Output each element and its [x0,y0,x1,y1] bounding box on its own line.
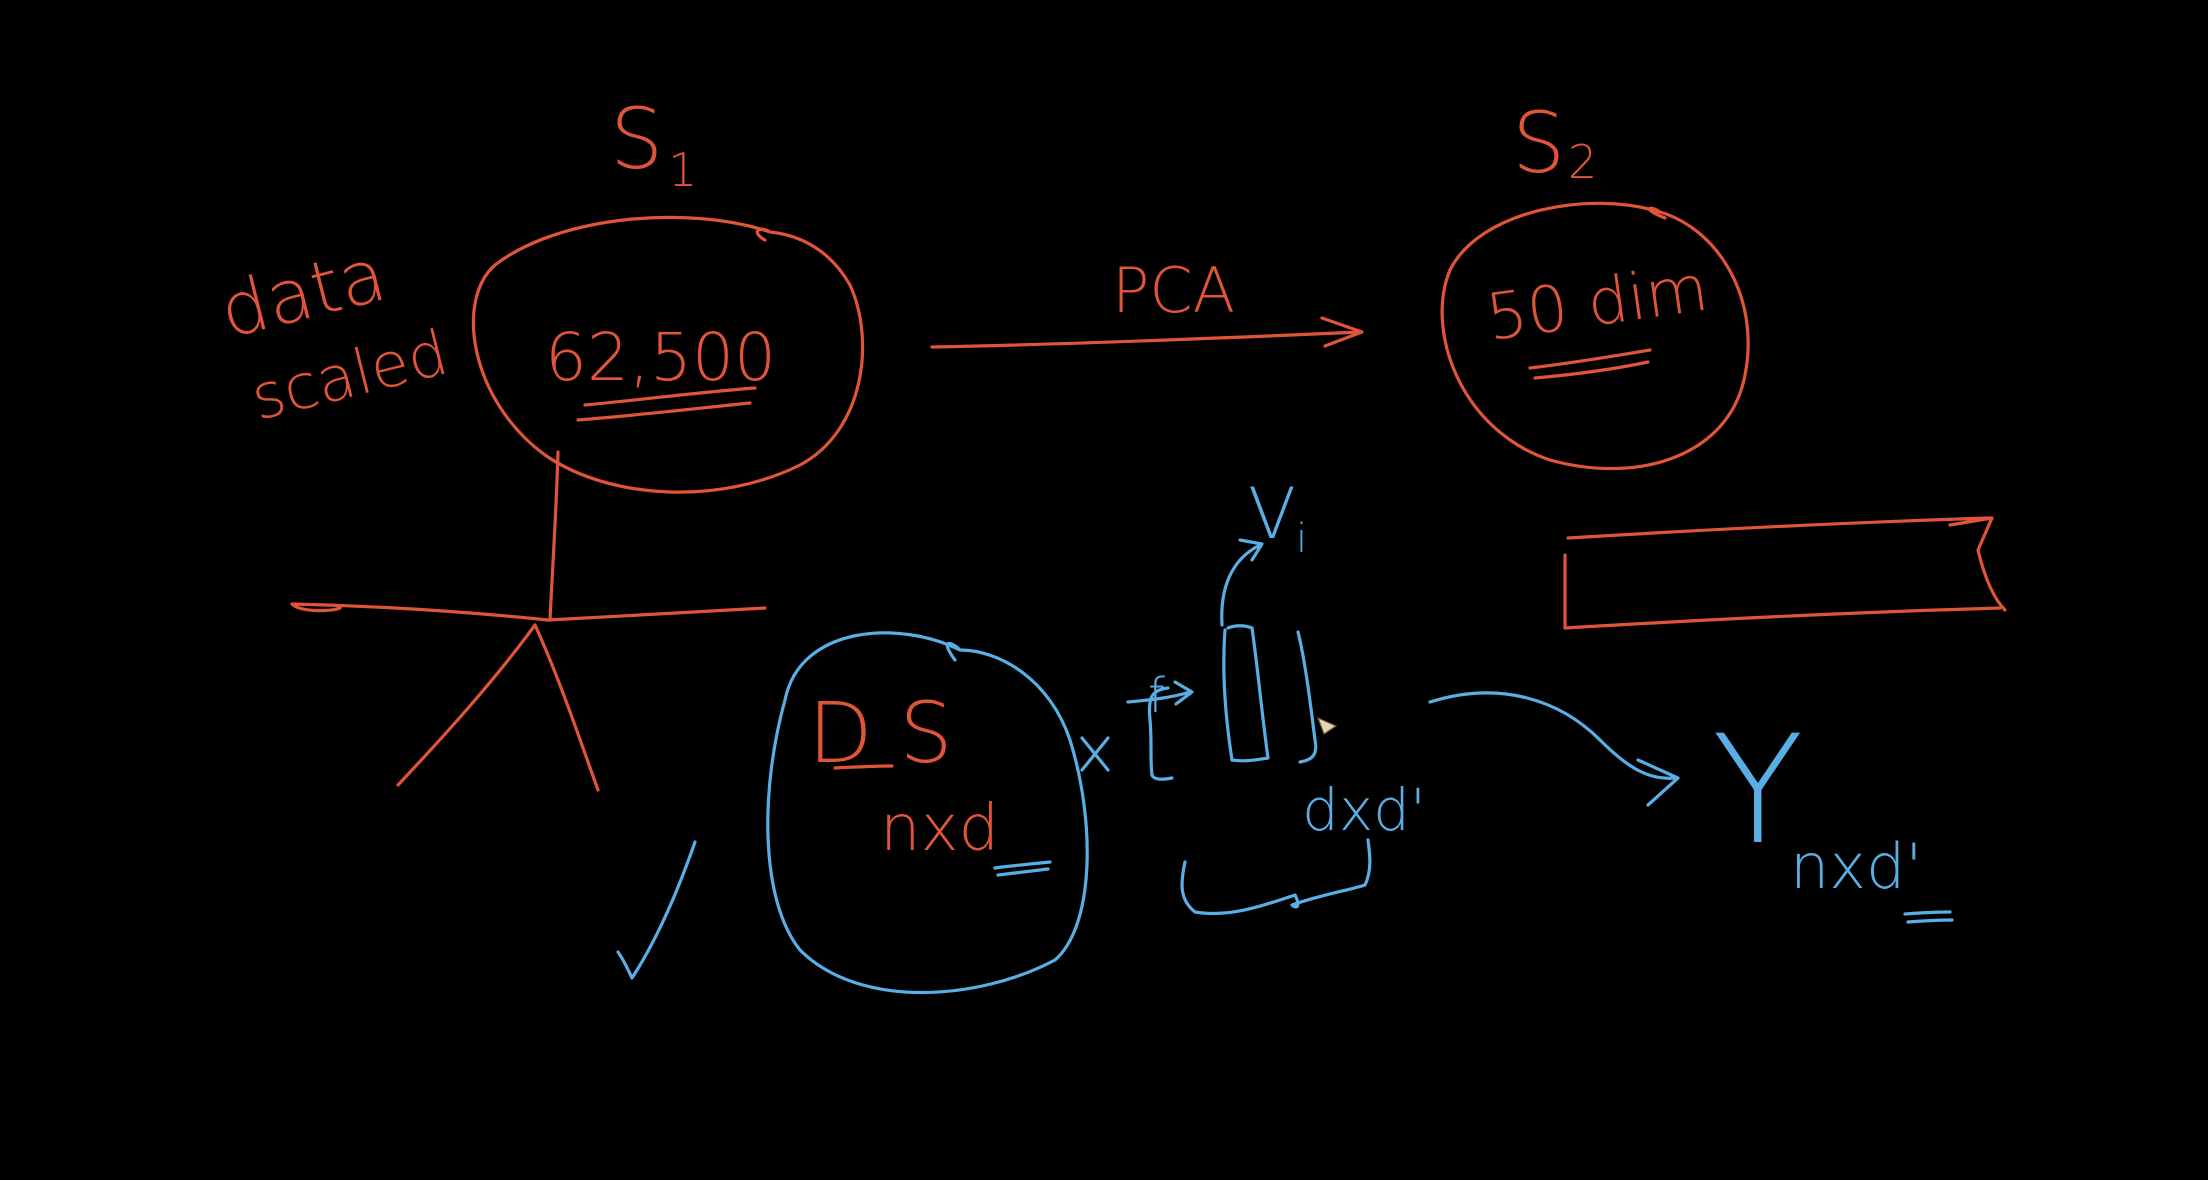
s2-subscript: 2 [1568,135,1597,189]
nxd-underline [993,860,1052,877]
s1-label: S [610,90,663,188]
whiteboard-canvas: S 1 S 2 data scaled 62,500 PCA 50 dim D … [0,0,2208,1180]
matrix-column [1222,624,1270,763]
pca-label: PCA [1112,254,1235,327]
s1-subscript: 1 [668,143,697,197]
check-mark [616,840,697,980]
stick-leg-left [396,623,537,787]
stick-body [548,450,560,622]
s2-label: S [1512,94,1565,192]
matrix-bracket-right [1296,630,1318,764]
dxd-label: dxd' [1302,776,1426,844]
dim-50-label: 50 dim [1482,252,1713,356]
stick-leg-right [533,623,600,792]
times-symbol [1080,736,1110,772]
vi-subscript: i [1296,516,1307,562]
s2-underline [1528,348,1652,380]
y-underline [1903,910,1954,924]
vi-label: V [1248,473,1296,555]
f-label: f [1148,668,1165,724]
nxd-label: nxd [880,792,999,866]
ds-label: D S [808,684,953,782]
whiteboard-drawing: S 1 S 2 data scaled 62,500 PCA 50 dim D … [212,90,2007,995]
dim-62500: 62,500 [545,319,776,396]
dxd-brace [1180,838,1372,916]
curved-arrow [1428,691,1680,807]
stick-arms [290,602,767,622]
cursor-icon [1316,716,1338,735]
red-bracket [1563,516,2007,630]
y-subscript: nxd' [1790,830,1922,903]
